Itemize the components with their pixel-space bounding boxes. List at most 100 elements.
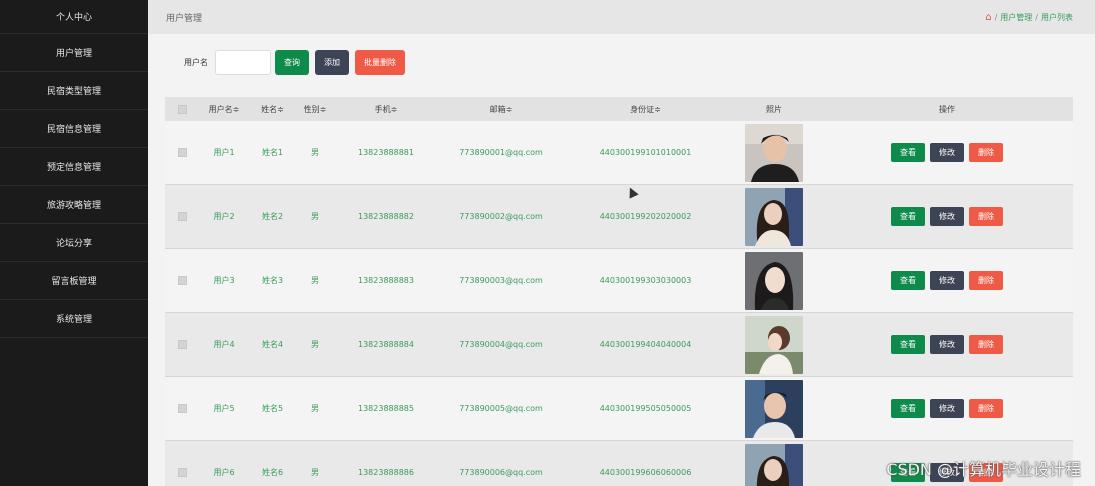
batch-delete-button[interactable]: 批量删除	[355, 50, 405, 75]
row-checkbox[interactable]	[177, 212, 187, 221]
main-content: 用户管理 ⌂ / 用户管理 / 用户列表 用户名 查询 添加 批量删除 用户名≑…	[148, 0, 1095, 486]
cell-sex: 男	[311, 276, 319, 285]
cell-photo	[727, 187, 821, 246]
cell-name: 姓名5	[261, 404, 284, 413]
cell-photo	[727, 315, 821, 374]
edit-button[interactable]: 修改	[930, 143, 964, 162]
row-select-cell	[165, 148, 199, 157]
cell-photo	[727, 443, 821, 486]
delete-button[interactable]: 删除	[969, 143, 1003, 162]
sidebar-item-homestay-info[interactable]: 民宿信息管理	[0, 110, 148, 148]
sidebar-item-bookings[interactable]: 预定信息管理	[0, 148, 148, 186]
cell-actions: 查看 修改 删除	[821, 207, 1073, 226]
edit-button[interactable]: 修改	[930, 207, 964, 226]
edit-button[interactable]: 修改	[930, 399, 964, 418]
cell-actions: 查看 修改 删除	[821, 335, 1073, 354]
breadcrumb-user-list: 用户列表	[1041, 12, 1073, 22]
add-button[interactable]: 添加	[315, 50, 349, 75]
header-username[interactable]: 用户名≑	[199, 104, 249, 115]
cell-idcard: 440300199404040004	[599, 340, 692, 349]
header-name[interactable]: 姓名≑	[249, 104, 296, 115]
breadcrumb: ⌂ / 用户管理 / 用户列表	[985, 12, 1073, 23]
delete-button[interactable]: 删除	[969, 399, 1003, 418]
cell-photo	[727, 251, 821, 310]
home-icon[interactable]: ⌂	[985, 12, 991, 23]
table-row: 用户1 姓名1 男 13823888881 773890001@qq.com 4…	[165, 121, 1073, 185]
view-button[interactable]: 查看	[891, 335, 925, 354]
cell-email: 773890005@qq.com	[459, 404, 543, 413]
cell-name: 姓名6	[261, 468, 284, 477]
cell-actions: 查看 修改 删除	[821, 143, 1073, 162]
user-photo	[745, 379, 803, 438]
delete-button[interactable]: 删除	[969, 271, 1003, 290]
row-select-cell	[165, 468, 199, 477]
cell-name: 姓名3	[261, 276, 284, 285]
cell-phone: 13823888884	[358, 340, 414, 349]
sidebar-item-users[interactable]: 用户管理	[0, 34, 148, 72]
sidebar-item-homestay-types[interactable]: 民宿类型管理	[0, 72, 148, 110]
sidebar-item-system[interactable]: 系统管理	[0, 300, 148, 338]
row-checkbox[interactable]	[177, 148, 187, 157]
view-button[interactable]: 查看	[891, 143, 925, 162]
table-row: 用户2 姓名2 男 13823888882 773890002@qq.com 4…	[165, 185, 1073, 249]
cell-phone: 13823888886	[358, 468, 414, 477]
cell-email: 773890003@qq.com	[459, 276, 543, 285]
header-sex[interactable]: 性别≑	[296, 104, 334, 115]
cell-idcard: 440300199606060006	[599, 468, 692, 477]
username-search-input[interactable]	[215, 50, 271, 75]
user-photo	[745, 315, 803, 374]
cell-photo	[727, 379, 821, 438]
row-select-cell	[165, 404, 199, 413]
row-checkbox[interactable]	[177, 404, 187, 413]
cell-name: 姓名1	[261, 148, 284, 157]
sidebar-item-travel-guides[interactable]: 旅游攻略管理	[0, 186, 148, 224]
sidebar-item-forum[interactable]: 论坛分享	[0, 224, 148, 262]
row-checkbox[interactable]	[177, 276, 187, 285]
cell-username: 用户1	[213, 148, 235, 157]
table-row: 用户3 姓名3 男 13823888883 773890003@qq.com 4…	[165, 249, 1073, 313]
cell-actions: 查看 修改 删除	[821, 399, 1073, 418]
cell-username: 用户5	[213, 404, 235, 413]
select-all-checkbox[interactable]	[177, 104, 187, 114]
breadcrumb-users[interactable]: 用户管理	[1000, 12, 1032, 23]
cell-username: 用户4	[213, 340, 235, 349]
query-button[interactable]: 查询	[275, 50, 309, 75]
delete-button[interactable]: 删除	[969, 335, 1003, 354]
header-ops: 操作	[939, 104, 955, 114]
view-button[interactable]: 查看	[891, 271, 925, 290]
edit-button[interactable]: 修改	[930, 335, 964, 354]
cell-email: 773890006@qq.com	[459, 468, 543, 477]
cell-idcard: 440300199505050005	[599, 404, 692, 413]
cell-idcard: 440300199303030003	[599, 276, 692, 285]
header-idcard[interactable]: 身份证≑	[564, 104, 727, 115]
sidebar-item-profile[interactable]: 个人中心	[0, 0, 148, 34]
watermark: CSDN @计算机毕业设计程	[886, 460, 1081, 479]
view-button[interactable]: 查看	[891, 399, 925, 418]
cell-phone: 13823888885	[358, 404, 414, 413]
header-phone[interactable]: 手机≑	[334, 104, 438, 115]
cell-sex: 男	[311, 340, 319, 349]
user-photo	[745, 251, 803, 310]
header-email[interactable]: 邮箱≑	[438, 104, 564, 115]
user-table: 用户名≑ 姓名≑ 性别≑ 手机≑ 邮箱≑ 身份证≑ 照片 操作 用户1 姓名1 …	[165, 97, 1073, 486]
cell-sex: 男	[311, 404, 319, 413]
header-photo: 照片	[766, 104, 782, 114]
cell-phone: 13823888881	[358, 148, 414, 157]
delete-button[interactable]: 删除	[969, 207, 1003, 226]
edit-button[interactable]: 修改	[930, 271, 964, 290]
cell-username: 用户2	[213, 212, 235, 221]
cell-username: 用户3	[213, 276, 235, 285]
user-photo	[745, 123, 803, 182]
topbar: 用户管理 ⌂ / 用户管理 / 用户列表	[148, 0, 1095, 34]
breadcrumb-separator: /	[1035, 12, 1038, 22]
row-checkbox[interactable]	[177, 340, 187, 349]
username-label: 用户名	[184, 58, 208, 67]
sidebar-item-messages[interactable]: 留言板管理	[0, 262, 148, 300]
cell-name: 姓名4	[261, 340, 284, 349]
cell-actions: 查看 修改 删除	[821, 271, 1073, 290]
cell-email: 773890001@qq.com	[459, 148, 543, 157]
table-row: 用户4 姓名4 男 13823888884 773890004@qq.com 4…	[165, 313, 1073, 377]
view-button[interactable]: 查看	[891, 207, 925, 226]
row-checkbox[interactable]	[177, 468, 187, 477]
cell-phone: 13823888883	[358, 276, 414, 285]
